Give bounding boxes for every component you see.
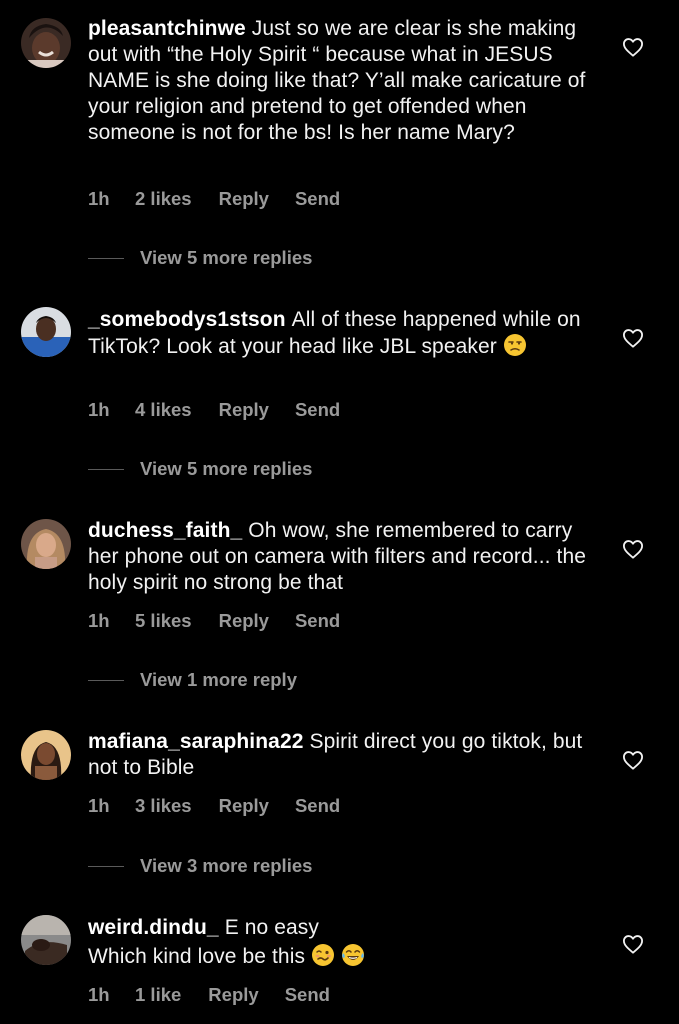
- avatar[interactable]: [21, 519, 71, 569]
- view-more-label[interactable]: View 3 more replies: [140, 855, 312, 877]
- send-button[interactable]: Send: [295, 795, 340, 817]
- reply-button[interactable]: Reply: [219, 188, 269, 210]
- timestamp: 1h: [88, 399, 110, 420]
- send-button[interactable]: Send: [295, 610, 340, 632]
- view-more-replies[interactable]: View 5 more replies: [88, 247, 312, 269]
- comment-body-line1: E no easy: [224, 916, 320, 939]
- divider-line: [88, 679, 124, 681]
- send-button[interactable]: Send: [285, 984, 330, 1006]
- divider-line: [88, 865, 124, 867]
- comment-text: pleasantchinwe Just so we are clear is sh…: [88, 16, 588, 146]
- timestamp: 1h: [88, 795, 110, 816]
- comment-meta: 1h 5 likes Reply Send: [88, 610, 340, 632]
- woozy-face-icon: [312, 944, 335, 966]
- view-more-label[interactable]: View 1 more reply: [140, 669, 297, 691]
- comment-body-line2: Which kind love be this: [88, 945, 306, 968]
- avatar[interactable]: [21, 18, 71, 68]
- likes-count[interactable]: 4 likes: [135, 399, 192, 421]
- heart-icon[interactable]: [622, 934, 644, 954]
- comment-meta: 1h 1 like Reply Send: [88, 984, 330, 1006]
- avatar[interactable]: [21, 915, 71, 965]
- comment-text: weird.dindu_ E no easy Which kind love be…: [88, 915, 588, 970]
- reply-button[interactable]: Reply: [219, 399, 269, 421]
- unamused-face-icon: [503, 334, 526, 356]
- heart-icon[interactable]: [622, 328, 644, 348]
- heart-icon[interactable]: [622, 539, 644, 559]
- username-link[interactable]: mafiana_saraphina22: [88, 730, 304, 753]
- username-link[interactable]: duchess_faith_: [88, 519, 242, 542]
- username-link[interactable]: _somebodys1stson: [88, 308, 286, 331]
- comment-text: mafiana_saraphina22 Spirit direct you go …: [88, 729, 588, 781]
- comment-meta: 1h 3 likes Reply Send: [88, 795, 340, 817]
- likes-count[interactable]: 5 likes: [135, 610, 192, 632]
- timestamp: 1h: [88, 188, 110, 209]
- view-more-replies[interactable]: View 5 more replies: [88, 458, 312, 480]
- send-button[interactable]: Send: [295, 188, 340, 210]
- avatar[interactable]: [21, 307, 71, 357]
- divider-line: [88, 257, 124, 259]
- comment-meta: 1h 4 likes Reply Send: [88, 399, 340, 421]
- likes-count[interactable]: 3 likes: [135, 795, 192, 817]
- username-link[interactable]: weird.dindu_: [88, 916, 219, 939]
- comment-meta: 1h 2 likes Reply Send: [88, 188, 340, 210]
- heart-icon[interactable]: [622, 750, 644, 770]
- likes-count[interactable]: 1 like: [135, 984, 181, 1006]
- reply-button[interactable]: Reply: [208, 984, 258, 1006]
- reply-button[interactable]: Reply: [219, 610, 269, 632]
- comment-text: duchess_faith_ Oh wow, she remembered to …: [88, 518, 588, 596]
- view-more-replies[interactable]: View 3 more replies: [88, 855, 312, 877]
- reply-button[interactable]: Reply: [219, 795, 269, 817]
- tears-of-joy-face-icon: [341, 944, 364, 966]
- divider-line: [88, 468, 124, 470]
- view-more-replies[interactable]: View 1 more reply: [88, 669, 297, 691]
- view-more-label[interactable]: View 5 more replies: [140, 247, 312, 269]
- timestamp: 1h: [88, 610, 110, 631]
- likes-count[interactable]: 2 likes: [135, 188, 192, 210]
- username-link[interactable]: pleasantchinwe: [88, 17, 246, 40]
- timestamp: 1h: [88, 984, 110, 1005]
- send-button[interactable]: Send: [295, 399, 340, 421]
- comment-text: _somebodys1stson All of these happened wh…: [88, 307, 588, 360]
- avatar[interactable]: [21, 730, 71, 780]
- view-more-label[interactable]: View 5 more replies: [140, 458, 312, 480]
- heart-icon[interactable]: [622, 37, 644, 57]
